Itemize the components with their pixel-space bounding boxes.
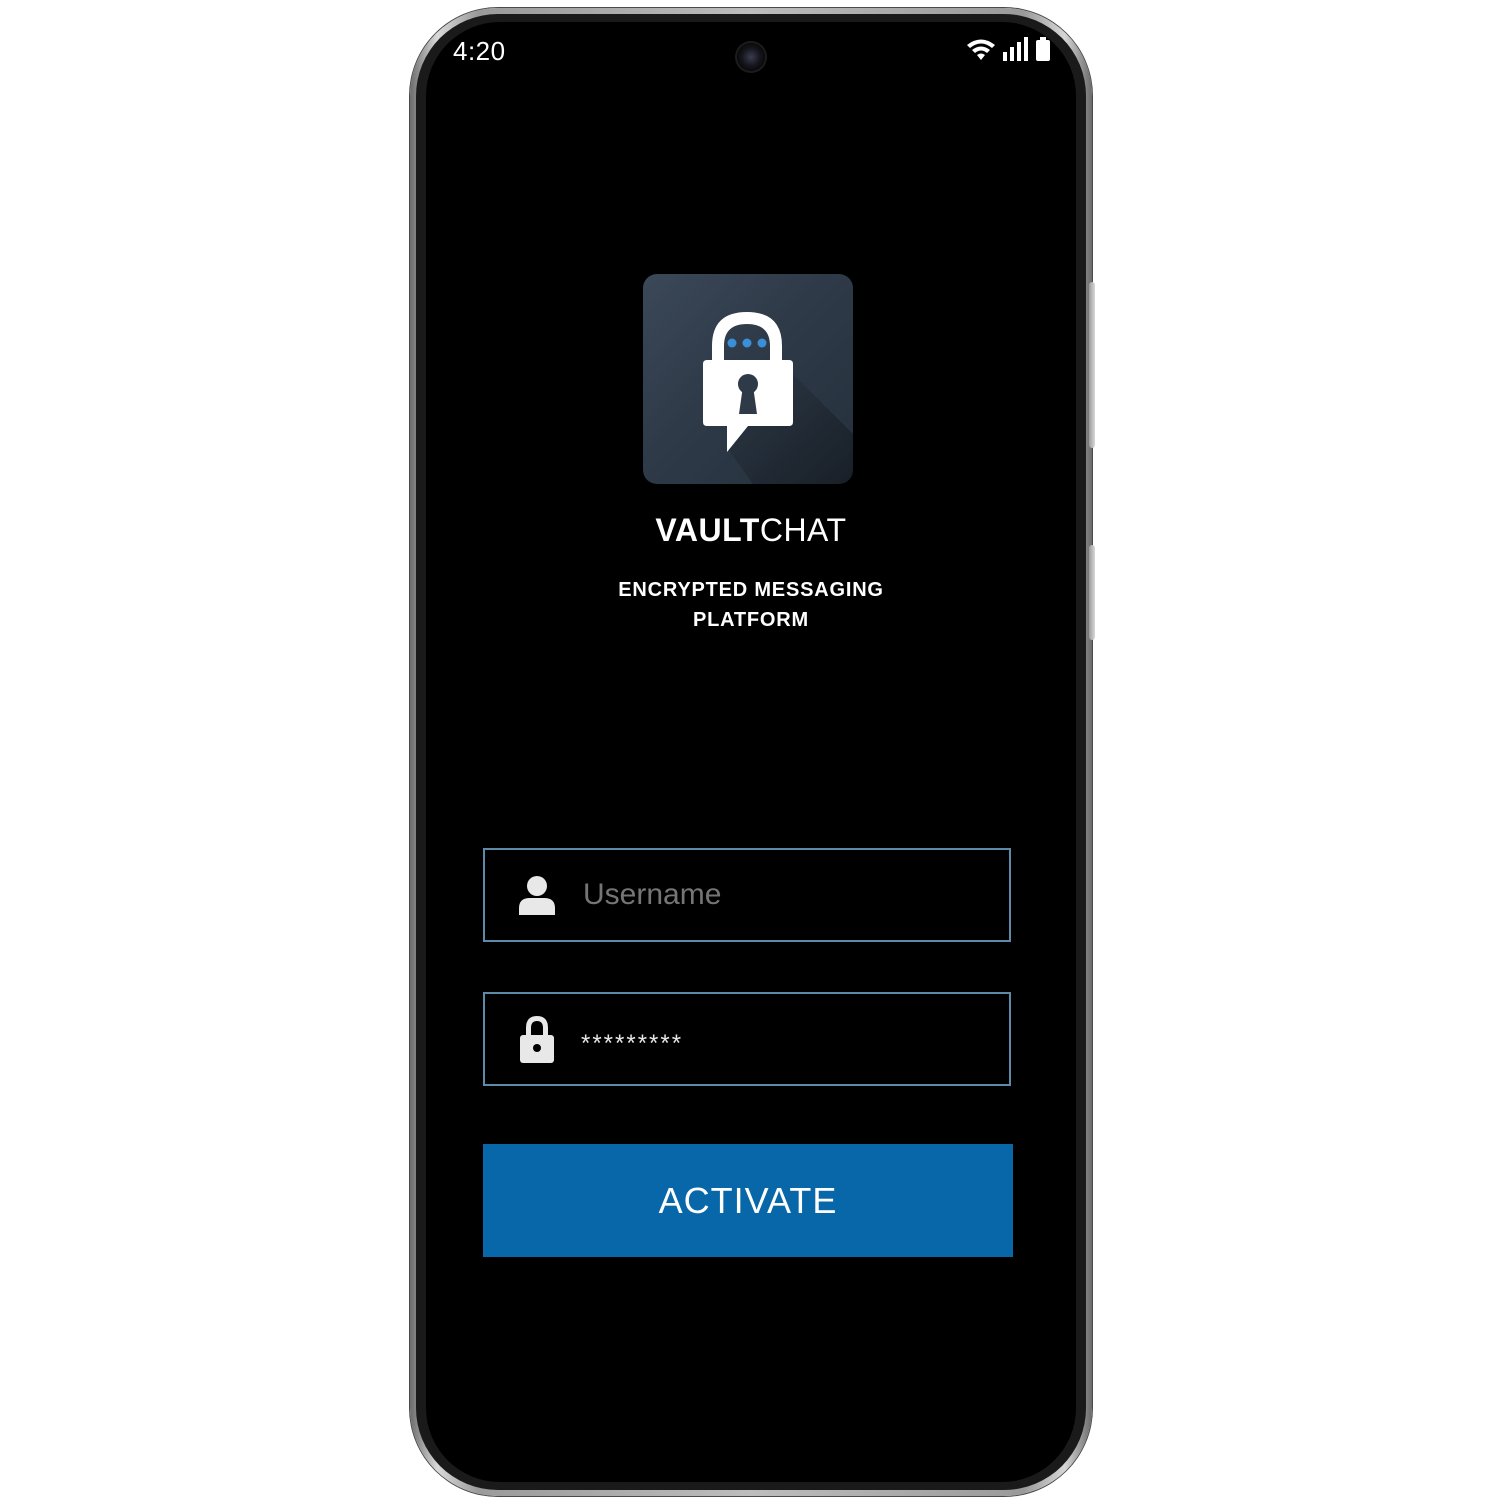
status-icons — [966, 37, 1050, 66]
app-tagline: ENCRYPTED MESSAGING PLATFORM — [601, 575, 901, 635]
battery-icon — [1036, 37, 1050, 66]
user-icon — [517, 873, 557, 917]
activate-button[interactable]: ACTIVATE — [483, 1144, 1013, 1257]
lock-icon — [517, 1016, 557, 1063]
phone-screen: 4:20 VAULTCHAT ENCRYPTED MESSAGING PLATF… — [426, 22, 1076, 1482]
brand-bold: VAULT — [655, 512, 760, 548]
front-camera — [737, 43, 765, 71]
power-key — [1089, 545, 1095, 640]
password-field[interactable]: ********* — [483, 992, 1011, 1086]
tagline-line-1: ENCRYPTED MESSAGING — [618, 579, 884, 601]
signal-icon — [1002, 37, 1030, 66]
username-input[interactable] — [581, 877, 965, 913]
app-brand: VAULTCHAT — [426, 512, 1076, 549]
app-logo — [643, 274, 853, 484]
wifi-icon — [966, 37, 996, 66]
password-input[interactable]: ********* — [581, 1030, 683, 1058]
status-time: 4:20 — [453, 36, 506, 66]
lock-chat-bubble-icon — [703, 312, 853, 484]
username-field[interactable] — [483, 848, 1011, 942]
volume-key — [1089, 282, 1095, 448]
brand-light: CHAT — [759, 512, 847, 548]
tagline-line-2: PLATFORM — [692, 609, 809, 631]
stage: 4:20 VAULTCHAT ENCRYPTED MESSAGING PLATF… — [0, 0, 1501, 1501]
